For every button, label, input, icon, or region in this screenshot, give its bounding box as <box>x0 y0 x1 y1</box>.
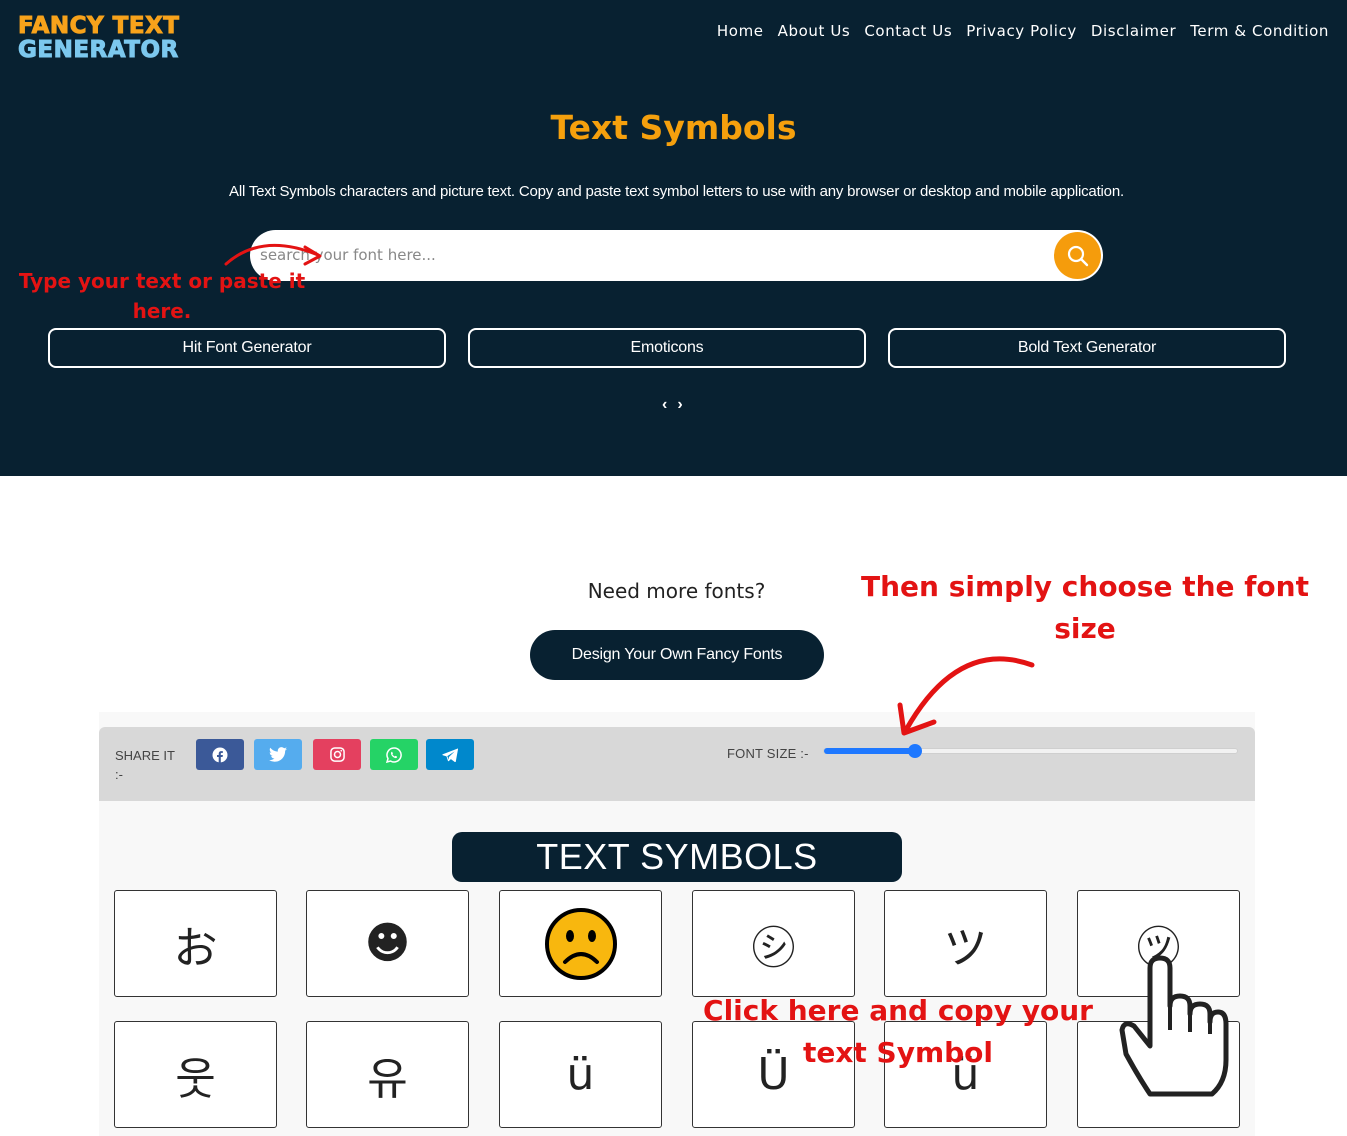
symbol-card[interactable]: 유 <box>306 1021 469 1128</box>
site-logo[interactable]: FANCY TEXT GENERATOR <box>18 14 180 63</box>
share-label: SHARE IT :- <box>115 748 175 782</box>
font-size-annotation: Then simply choose the font size <box>861 570 1309 645</box>
instagram-icon <box>329 747 345 762</box>
nav-about-us[interactable]: About Us <box>778 22 851 40</box>
whatsapp-share-button[interactable] <box>370 739 418 770</box>
bold-text-generator-button[interactable]: Bold Text Generator <box>888 328 1286 368</box>
frowning-face-icon <box>544 907 617 980</box>
twitter-icon <box>269 747 287 762</box>
page-title: Text Symbols <box>550 108 797 147</box>
main-nav: Home About Us Contact Us Privacy Policy … <box>717 22 1329 40</box>
facebook-share-button[interactable] <box>196 739 244 770</box>
telegram-share-button[interactable] <box>426 739 474 770</box>
symbol-card[interactable]: ☻ <box>306 890 469 997</box>
twitter-share-button[interactable] <box>254 739 302 770</box>
font-size-label: FONT SIZE :- <box>727 746 809 761</box>
font-size-slider[interactable] <box>823 744 1238 758</box>
type-text-annotation: Type your text or paste it here. <box>18 269 306 323</box>
carousel-controls: ‹ › <box>662 396 683 414</box>
share-toolbar: SHARE IT :- FONT SIZE :- <box>99 727 1255 801</box>
emoticons-button[interactable]: Emoticons <box>468 328 866 368</box>
hit-font-generator-button[interactable]: Hit Font Generator <box>48 328 446 368</box>
symbol-card[interactable]: お <box>114 890 277 997</box>
nav-terms[interactable]: Term & Condition <box>1190 22 1329 40</box>
chevron-right-icon[interactable]: › <box>677 396 682 414</box>
nav-disclaimer[interactable]: Disclaimer <box>1091 22 1176 40</box>
search-icon <box>1067 245 1088 266</box>
nav-home[interactable]: Home <box>717 22 764 40</box>
symbol-card[interactable] <box>499 890 662 997</box>
chevron-left-icon[interactable]: ‹ <box>662 396 667 414</box>
symbol-card[interactable]: ü <box>499 1021 662 1128</box>
page-subtitle: All Text Symbols characters and picture … <box>229 183 1124 200</box>
symbol-card[interactable]: ü <box>1077 1021 1240 1128</box>
design-fonts-button[interactable]: Design Your Own Fancy Fonts <box>530 630 824 680</box>
symbol-card[interactable]: 웃 <box>114 1021 277 1128</box>
symbol-card[interactable]: ㋡ <box>1077 890 1240 997</box>
font-size-slider-fill <box>824 748 915 754</box>
whatsapp-icon <box>386 746 402 763</box>
symbol-card[interactable]: ツ <box>884 890 1047 997</box>
nav-privacy-policy[interactable]: Privacy Policy <box>966 22 1077 40</box>
facebook-icon <box>212 747 228 763</box>
search-bar <box>250 230 1103 281</box>
instagram-share-button[interactable] <box>313 739 361 770</box>
font-size-slider-thumb[interactable] <box>907 744 922 758</box>
hero-section: FANCY TEXT GENERATOR Home About Us Conta… <box>0 0 1347 476</box>
nav-contact-us[interactable]: Contact Us <box>864 22 952 40</box>
section-title: TEXT SYMBOLS <box>452 832 902 882</box>
telegram-icon <box>442 747 458 762</box>
search-button[interactable] <box>1054 232 1101 279</box>
search-input[interactable] <box>260 243 1020 267</box>
copy-symbol-annotation: Click here and copy your text Symbol <box>703 994 1093 1069</box>
symbol-card[interactable]: ㋛ <box>692 890 855 997</box>
